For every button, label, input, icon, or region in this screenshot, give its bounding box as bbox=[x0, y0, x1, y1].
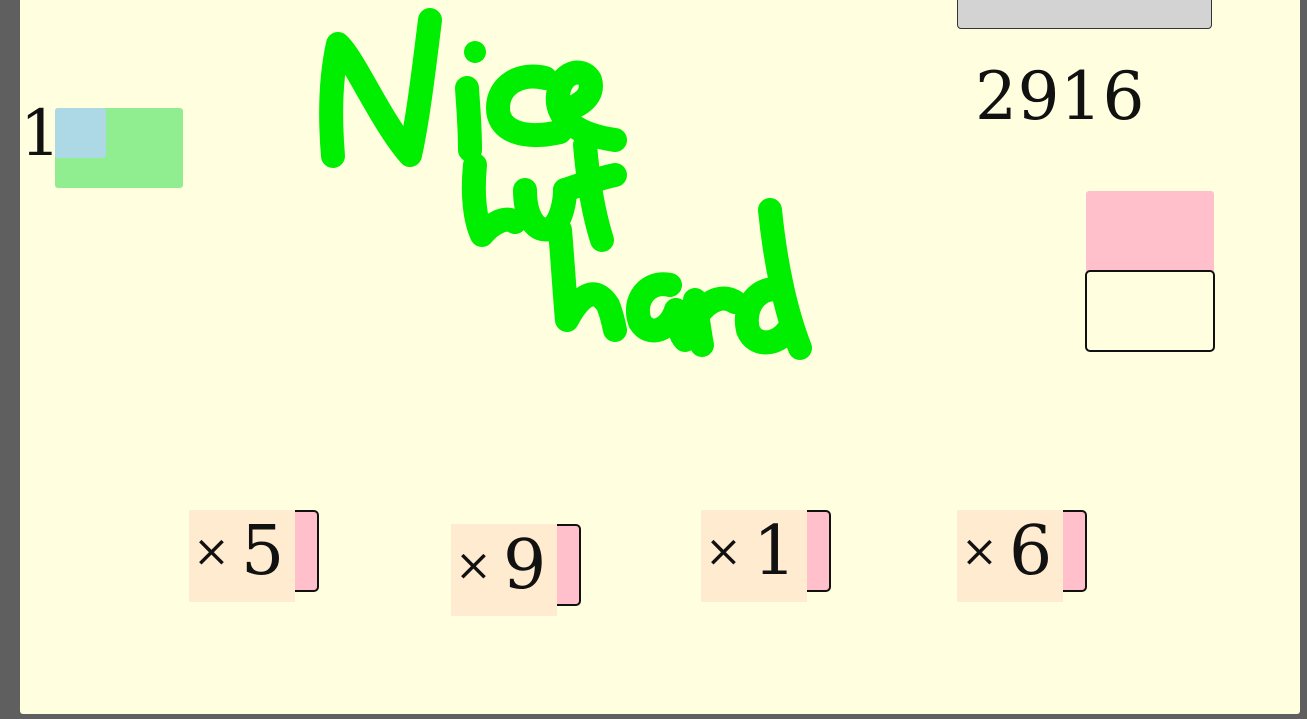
top-gray-button[interactable] bbox=[957, 0, 1212, 29]
target-number: 2916 bbox=[975, 58, 1145, 135]
multiply-symbol: × bbox=[455, 540, 492, 591]
answer-box[interactable] bbox=[1085, 270, 1215, 352]
operation-tile[interactable]: × 5 bbox=[189, 510, 319, 602]
operation-tile[interactable]: × 1 bbox=[701, 510, 831, 602]
tile-face: × 9 bbox=[451, 524, 557, 616]
pink-target-slot[interactable] bbox=[1086, 191, 1214, 271]
game-canvas[interactable]: 2916 1 × 5 × 9 × 1 × 6 bbox=[20, 0, 1300, 714]
tile-face: × 5 bbox=[189, 510, 295, 602]
tile-value: 6 bbox=[1009, 512, 1053, 591]
multiply-symbol: × bbox=[193, 526, 230, 577]
multiply-symbol: × bbox=[705, 526, 742, 577]
tile-face: × 6 bbox=[957, 510, 1063, 602]
multiply-symbol: × bbox=[961, 526, 998, 577]
blue-drop-slot[interactable] bbox=[55, 108, 106, 158]
operation-tile[interactable]: × 6 bbox=[957, 510, 1087, 602]
tile-value: 1 bbox=[753, 512, 797, 591]
tile-face: × 1 bbox=[701, 510, 807, 602]
tile-value: 5 bbox=[241, 512, 285, 591]
operation-tile[interactable]: × 9 bbox=[451, 524, 581, 616]
tile-value: 9 bbox=[503, 526, 547, 605]
